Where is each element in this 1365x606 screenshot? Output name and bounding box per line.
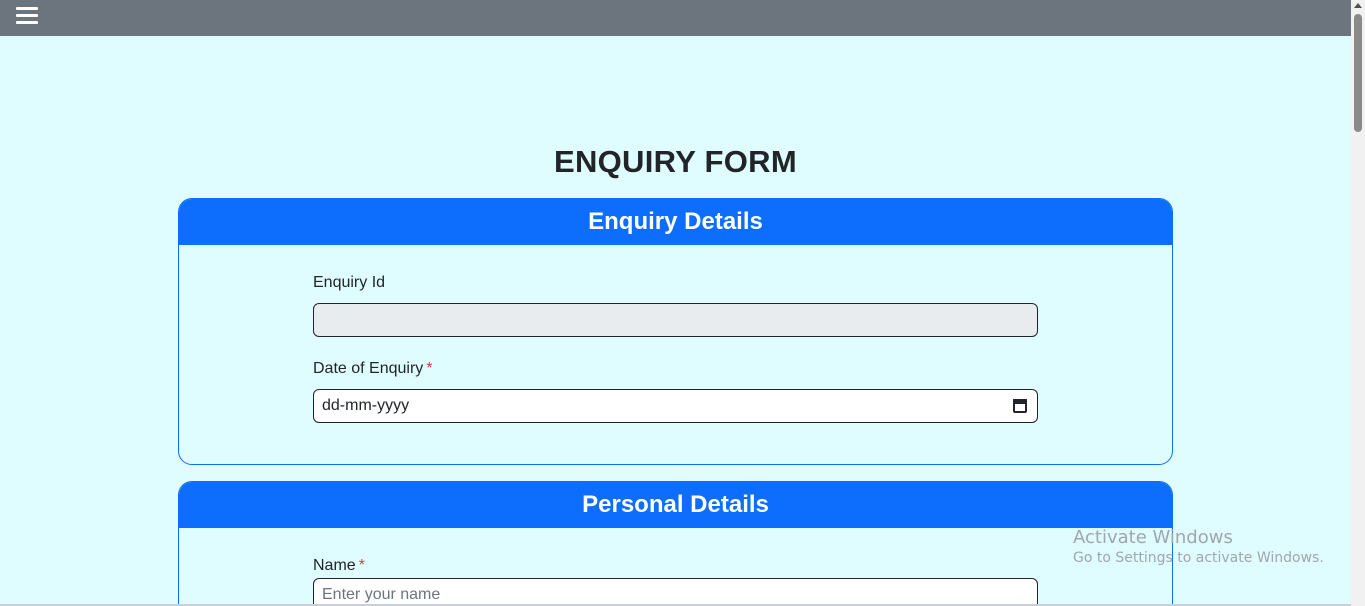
enquiry-details-header: Enquiry Details: [179, 199, 1172, 245]
date-of-enquiry-input[interactable]: dd-mm-yyyy: [313, 389, 1038, 423]
date-of-enquiry-label: Date of Enquiry *: [313, 360, 433, 377]
scroll-up-arrow-icon[interactable]: [1354, 3, 1362, 8]
hamburger-menu-icon[interactable]: [16, 7, 38, 25]
watermark-title: Activate Windows: [1073, 527, 1233, 548]
watermark-subtitle: Go to Settings to activate Windows.: [1073, 550, 1324, 566]
required-asterisk: *: [426, 360, 433, 377]
required-asterisk: *: [358, 557, 365, 574]
top-navbar: [0, 0, 1351, 36]
activate-windows-watermark: Activate Windows Go to Settings to activ…: [1073, 527, 1324, 566]
name-label: Name *: [313, 557, 365, 574]
personal-details-card: Personal Details Name * Enter your name: [178, 481, 1173, 606]
calendar-icon[interactable]: [1013, 399, 1027, 413]
enquiry-id-label: Enquiry Id: [313, 274, 386, 291]
personal-details-header: Personal Details: [179, 482, 1172, 528]
name-input[interactable]: Enter your name: [313, 578, 1038, 606]
vertical-scrollbar[interactable]: [1351, 0, 1365, 606]
scroll-thumb[interactable]: [1354, 14, 1362, 132]
enquiry-id-field: [313, 303, 1038, 337]
page-title: ENQUIRY FORM: [553, 144, 797, 179]
enquiry-details-card: Enquiry Details Enquiry Id Date of Enqui…: [178, 198, 1173, 465]
